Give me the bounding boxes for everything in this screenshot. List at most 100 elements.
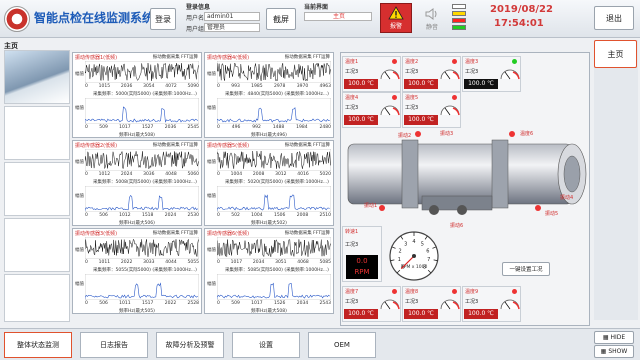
tick-label: 992 <box>252 125 261 130</box>
tick-label: 2034 <box>296 301 309 306</box>
dial-tick-label: 6 <box>426 248 429 254</box>
tick-label: 4016 <box>297 172 309 177</box>
status-dot <box>452 289 457 294</box>
mini-dial-icon <box>500 299 520 310</box>
user-label: 用户名 <box>186 15 205 22</box>
tick-label: 1518 <box>141 213 154 218</box>
fft-spectrum <box>217 274 331 300</box>
tick-label: 1011 <box>98 260 111 265</box>
time-axis-ticks: 0 1004 2008 3012 4016 5020 <box>217 172 331 177</box>
tick-label: 1012 <box>98 172 111 177</box>
nav-fault-analysis[interactable]: 故障分析及预警 <box>156 332 224 358</box>
one-key-condition-button[interactable]: 一键设置工况 <box>502 262 550 276</box>
time-axis-ticks: 0 993 1985 2978 3970 4963 <box>217 84 331 89</box>
role-label: 用户组 <box>186 26 205 33</box>
nav-overall-status[interactable]: 整体状态监测 <box>4 332 72 358</box>
y-axis-label: 幅值 <box>207 248 216 253</box>
nav-settings[interactable]: 设置 <box>232 332 300 358</box>
tick-label: 0 <box>217 172 220 177</box>
vibration-waveform <box>217 61 331 83</box>
temperature-gauge: 温度5 工况3 100.0 ℃ <box>402 92 461 128</box>
temperature-gauge: 温度4 工况3 100.0 ℃ <box>342 92 401 128</box>
thumbnail-4[interactable] <box>4 218 70 272</box>
vibration-legend: 振动数据采集 FFT运算 <box>153 54 198 60</box>
tick-label: 0 <box>85 172 88 177</box>
y-axis-label: 幅值 <box>75 248 84 253</box>
legend-acquisition: 振动数据采集 <box>152 143 180 148</box>
temperature-gauge: 温度9 工况3 100.0 ℃ <box>462 286 521 322</box>
gauge-name: 温度5 <box>405 95 419 101</box>
status-dot <box>452 59 457 64</box>
time-axis-ticks: 0 1015 2036 3054 4072 5090 <box>85 84 199 89</box>
tick-label: 0 <box>217 125 220 130</box>
show-button[interactable]: ▦ SHOW <box>594 345 634 358</box>
tachometer-panel: 转速1 工况3 0.0 RPM <box>342 226 382 282</box>
freq-axis-ticks: 0 496 992 1488 1984 2480 <box>217 125 331 130</box>
legend-fft: FFT运算 <box>313 55 330 60</box>
vibration-waveform <box>85 149 199 171</box>
dial-tick-label: 5 <box>421 242 424 248</box>
vibration-legend: 振动数据采集 FFT运算 <box>285 230 330 236</box>
tick-label: 4044 <box>165 260 177 265</box>
thumbnail-5[interactable] <box>4 274 70 322</box>
exit-button[interactable]: 退出 <box>594 6 634 30</box>
status-dot <box>392 289 397 294</box>
nav-oem[interactable]: OEM <box>308 332 376 358</box>
legend-acquisition: 振动数据采集 <box>284 143 312 148</box>
indicator-white <box>452 4 466 9</box>
app-title: 智能点检在线监测系统 <box>34 11 155 25</box>
frequency-axis-label: 频率Hz(最大508) <box>251 309 287 314</box>
gauge-value: 100.0 ℃ <box>464 79 498 89</box>
vibration-legend: 振动数据采集 FFT运算 <box>153 142 198 148</box>
freq-axis-ticks: 0 509 1017 1527 2036 2545 <box>85 125 199 130</box>
y-axis-label: 幅值 <box>207 282 216 287</box>
status-dot <box>392 95 397 100</box>
show-label: SHOW <box>608 348 628 355</box>
tick-label: 0 <box>217 213 220 218</box>
mini-dial-icon <box>380 105 400 116</box>
thumbnail-2[interactable] <box>4 106 70 160</box>
frequency-axis-label: 频率Hz(最大502) <box>251 221 287 226</box>
tick-label: 496 <box>231 125 241 130</box>
nav-log-report[interactable]: 日志报告 <box>80 332 148 358</box>
indicator-green <box>452 25 466 30</box>
dial-tick-label: 1 <box>398 257 401 263</box>
vibration-panel: 振动传感器4(低频) 振动数据采集 FFT运算 幅值 幅值 0 993 1985 2978 39… <box>204 52 334 138</box>
tick-label: 0 <box>85 84 88 89</box>
main-page-button[interactable]: 主页 <box>594 40 637 68</box>
tacho-condition: 工况3 <box>345 242 359 248</box>
legend-fft: FFT运算 <box>181 231 198 236</box>
thumbnail-3[interactable] <box>4 162 70 216</box>
y-axis-label: 幅值 <box>75 160 84 165</box>
tick-label: 1517 <box>141 301 154 306</box>
status-dot <box>392 59 397 64</box>
app-logo <box>4 6 30 32</box>
tick-label: 1012 <box>119 213 131 218</box>
tick-label: 0 <box>85 301 88 306</box>
tick-label: 3051 <box>275 260 287 265</box>
tick-label: 2510 <box>319 213 331 218</box>
tick-label: 2528 <box>187 301 199 306</box>
rpm-dial: 0123 4 5678RPM x 1000 <box>389 231 439 281</box>
frequency-axis-label: 频率Hz(最大506) <box>119 221 155 226</box>
gauge-value: 100.0 ℃ <box>404 79 438 89</box>
tick-label: 2036 <box>120 84 133 89</box>
mute-button[interactable]: 静音 <box>418 3 446 33</box>
status-dot <box>452 95 457 100</box>
gauge-name: 温度4 <box>345 95 359 101</box>
hide-button[interactable]: ▦ HIDE <box>594 331 634 344</box>
dial-tick-label: 3 <box>404 242 407 248</box>
time-axis-ticks: 0 1017 2034 3051 4068 5085 <box>217 260 331 265</box>
tick-label: 2545 <box>187 125 199 130</box>
tick-label: 0 <box>217 301 220 306</box>
grid-icon: ▦ <box>602 334 609 341</box>
alarm-button[interactable]: 报警 <box>380 3 412 33</box>
tick-label: 1015 <box>98 84 111 89</box>
user-field: admin01 <box>204 12 260 21</box>
screenshot-button[interactable]: 截屏 <box>266 8 296 30</box>
thumbnail-mountain[interactable] <box>4 50 70 104</box>
login-button[interactable]: 登录 <box>150 8 176 30</box>
dial-tick-label: 4 <box>412 239 415 245</box>
frequency-axis-label: 频率Hz(最大505) <box>119 309 155 314</box>
tick-label: 1526 <box>273 301 286 306</box>
